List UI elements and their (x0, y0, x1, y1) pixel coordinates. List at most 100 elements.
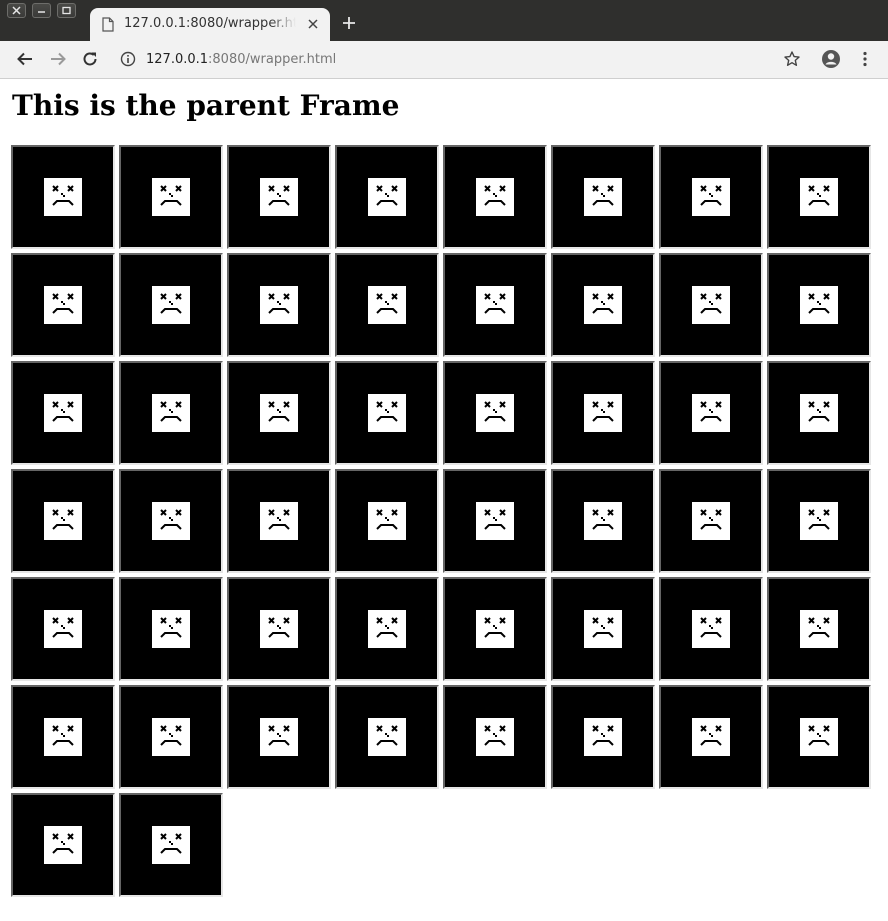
sad-face-icon (368, 718, 406, 756)
iframe[interactable] (11, 361, 115, 465)
iframe[interactable] (443, 361, 547, 465)
iframe[interactable] (767, 685, 871, 789)
sad-face-icon (692, 286, 730, 324)
url-path: :8080/wrapper.html (208, 52, 337, 67)
iframe[interactable] (11, 253, 115, 357)
sad-face-icon (368, 286, 406, 324)
iframe[interactable] (119, 145, 223, 249)
iframe[interactable] (119, 253, 223, 357)
sad-face-icon (152, 502, 190, 540)
sad-face-icon (152, 610, 190, 648)
back-button[interactable] (15, 49, 35, 69)
iframe[interactable] (119, 685, 223, 789)
iframe[interactable] (659, 361, 763, 465)
iframe[interactable] (119, 469, 223, 573)
iframe[interactable] (335, 469, 439, 573)
iframe[interactable] (119, 361, 223, 465)
reload-icon (83, 52, 97, 66)
sad-face-icon (152, 178, 190, 216)
sad-face-icon (584, 610, 622, 648)
sad-face-icon (800, 610, 838, 648)
window-minimize-button[interactable] (32, 3, 51, 18)
iframe[interactable] (659, 253, 763, 357)
iframe[interactable] (551, 361, 655, 465)
iframe[interactable] (227, 577, 331, 681)
sad-face-icon (368, 394, 406, 432)
iframe[interactable] (227, 361, 331, 465)
iframe[interactable] (11, 469, 115, 573)
iframe[interactable] (767, 253, 871, 357)
iframe[interactable] (227, 253, 331, 357)
iframe[interactable] (551, 577, 655, 681)
minimize-icon (38, 11, 45, 13)
browser-tab[interactable]: 127.0.0.1:8080/wrapper.html (90, 8, 330, 41)
address-bar[interactable]: 127.0.0.1:8080/wrapper.html (146, 51, 336, 69)
iframe[interactable] (551, 469, 655, 573)
iframe[interactable] (443, 145, 547, 249)
menu-button[interactable] (855, 49, 875, 69)
iframe[interactable] (335, 253, 439, 357)
iframe[interactable] (227, 685, 331, 789)
sad-face-icon (44, 178, 82, 216)
sad-face-icon (44, 286, 82, 324)
iframe[interactable] (335, 577, 439, 681)
iframe[interactable] (443, 577, 547, 681)
window-maximize-button[interactable] (57, 3, 76, 18)
sad-face-icon (260, 718, 298, 756)
sad-face-icon (152, 394, 190, 432)
sad-face-icon (476, 502, 514, 540)
sad-face-icon (368, 178, 406, 216)
window-titlebar: 127.0.0.1:8080/wrapper.html (0, 0, 888, 41)
iframe[interactable] (659, 577, 763, 681)
sad-face-icon (44, 718, 82, 756)
iframe[interactable] (11, 577, 115, 681)
iframe[interactable] (335, 145, 439, 249)
iframe[interactable] (11, 685, 115, 789)
sad-face-icon (692, 610, 730, 648)
tab-close-icon[interactable] (306, 17, 320, 31)
iframe[interactable] (11, 793, 115, 897)
iframe[interactable] (659, 145, 763, 249)
iframe[interactable] (659, 685, 763, 789)
iframe[interactable] (443, 469, 547, 573)
sad-face-icon (584, 286, 622, 324)
iframe[interactable] (551, 685, 655, 789)
iframe[interactable] (551, 253, 655, 357)
new-tab-icon[interactable] (340, 14, 358, 32)
iframe[interactable] (443, 685, 547, 789)
sad-face-icon (584, 502, 622, 540)
sad-face-icon (476, 394, 514, 432)
iframe[interactable] (767, 469, 871, 573)
sad-face-icon (260, 178, 298, 216)
iframe[interactable] (11, 145, 115, 249)
bookmark-button[interactable] (782, 49, 802, 69)
iframe[interactable] (119, 577, 223, 681)
iframe[interactable] (767, 577, 871, 681)
url-host: 127.0.0.1 (146, 52, 209, 67)
sad-face-icon (800, 394, 838, 432)
sad-face-icon (152, 826, 190, 864)
iframe[interactable] (227, 469, 331, 573)
iframe[interactable] (443, 253, 547, 357)
account-button[interactable] (821, 49, 841, 69)
sad-face-icon (800, 286, 838, 324)
info-icon[interactable] (120, 51, 136, 67)
forward-button[interactable] (48, 49, 68, 69)
page-content: This is the parent Frame (0, 79, 888, 921)
forward-icon (51, 52, 66, 66)
sad-face-icon (260, 286, 298, 324)
sad-face-icon (800, 502, 838, 540)
iframe[interactable] (119, 793, 223, 897)
iframe[interactable] (227, 145, 331, 249)
reload-button[interactable] (80, 49, 100, 69)
iframe[interactable] (551, 145, 655, 249)
iframe[interactable] (335, 685, 439, 789)
iframe[interactable] (767, 145, 871, 249)
window-close-button[interactable] (7, 3, 26, 18)
iframe[interactable] (767, 361, 871, 465)
sad-face-icon (44, 394, 82, 432)
iframe[interactable] (659, 469, 763, 573)
iframe[interactable] (335, 361, 439, 465)
sad-face-icon (800, 718, 838, 756)
sad-face-icon (152, 718, 190, 756)
